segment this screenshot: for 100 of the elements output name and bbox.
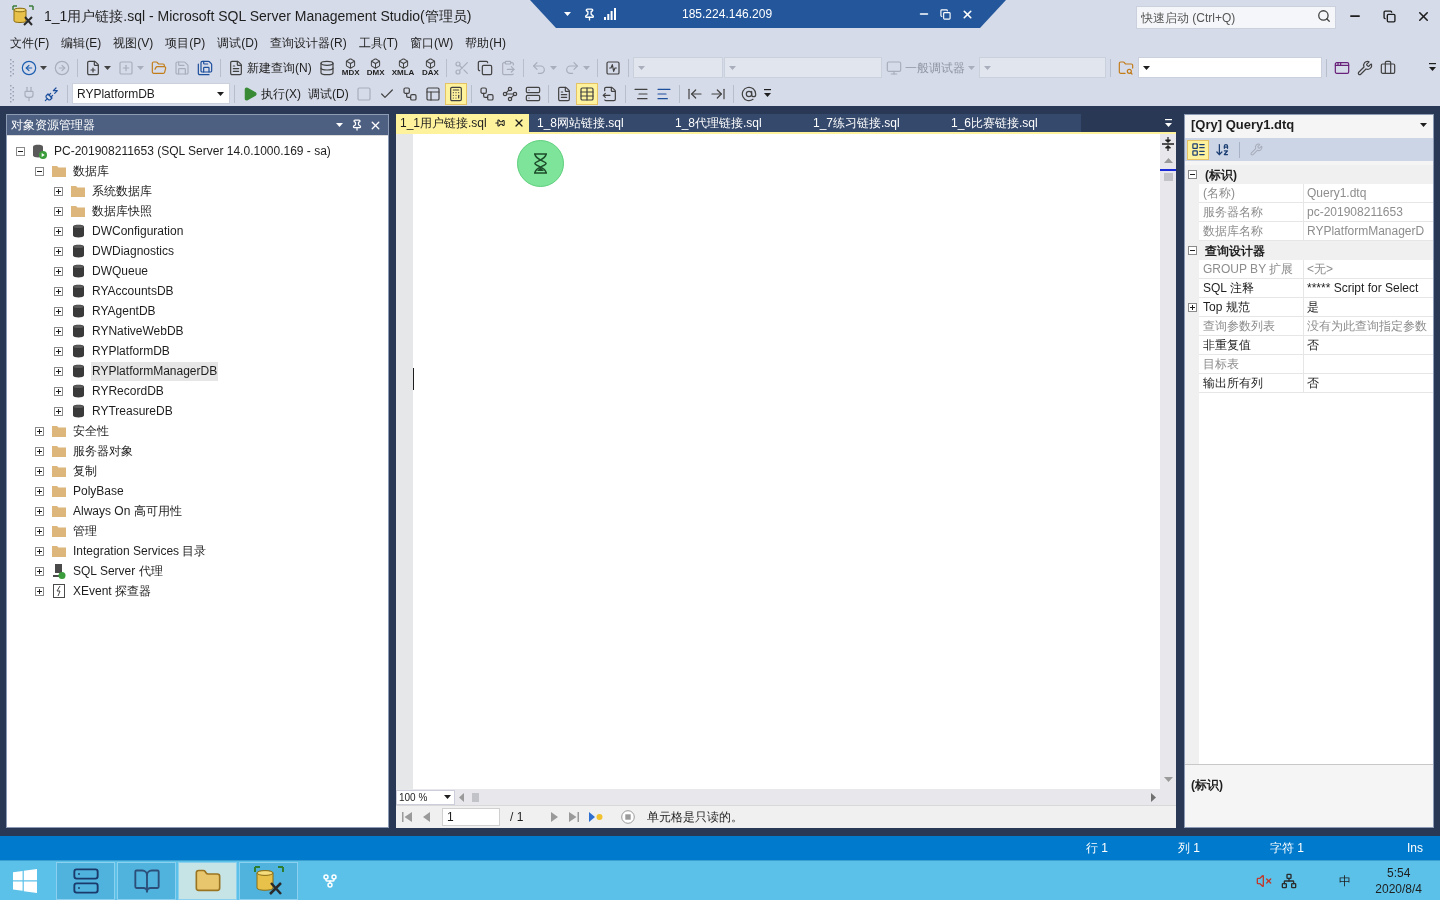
expand-icon[interactable] [35,506,44,516]
play-star-icon[interactable] [589,812,604,822]
expand-icon[interactable] [54,186,63,196]
execute-button[interactable]: 执行(X) [239,82,304,105]
expand-icon[interactable] [35,426,44,436]
database-dropdown[interactable]: RYPlatformDB [72,83,230,104]
tree-item[interactable]: 复制 [72,461,98,481]
tree-item[interactable]: PC-201908211653 (SQL Server 14.0.1000.169 - sa) [53,141,332,161]
property-value[interactable]: 没有为此查询指定参数 [1304,317,1433,336]
menu-item[interactable]: 视图(V) [107,33,160,53]
property-name[interactable]: 服务器名称 [1199,203,1304,222]
expand-icon[interactable] [54,226,63,236]
results-to-grid-button[interactable] [575,82,598,105]
collapse-icon[interactable] [1187,246,1197,255]
expand-icon[interactable] [35,466,44,476]
input-method-indicator[interactable]: 中 [1339,871,1352,890]
document-tab[interactable]: 1_7练习链接.sql [805,114,943,132]
search-icon[interactable] [1317,8,1331,23]
expand-icon[interactable] [54,406,63,416]
document-tab[interactable]: 1_8代理链接.sql [667,114,805,132]
property-value[interactable]: ***** Script for Select [1304,279,1433,298]
vertical-scrollbar[interactable] [1160,134,1176,789]
triangle-right-icon[interactable] [1151,792,1156,802]
tree-item[interactable]: DWQueue [91,261,150,281]
property-name[interactable]: 非重复值 [1199,336,1304,355]
category-row[interactable]: (标识) [1185,165,1433,184]
network-icon[interactable] [1281,872,1298,889]
expand-icon[interactable] [35,546,44,556]
tree-item[interactable]: Integration Services 目录 [72,541,208,561]
grip-icon[interactable] [10,58,14,77]
tree-item[interactable]: 服务器对象 [72,441,134,461]
expand-icon[interactable] [54,366,63,376]
property-value[interactable]: 否 [1304,336,1433,355]
cube-query-button[interactable]: MDX [338,56,363,79]
expand-icon[interactable] [54,266,63,276]
expand-icon[interactable] [35,566,44,576]
pin-icon[interactable] [583,7,596,21]
caret-icon[interactable] [336,123,343,127]
quick-launch-field[interactable]: 快速启动 (Ctrl+Q) [1136,6,1336,29]
collapse-icon[interactable] [1187,170,1197,179]
expand-icon[interactable] [35,446,44,456]
tree-item[interactable]: 数据库快照 [91,201,153,221]
property-value[interactable]: 否 [1304,374,1433,393]
menu-item[interactable]: 查询设计器(R) [264,33,353,53]
record-number-field[interactable]: 1 [442,808,500,826]
pin-icon[interactable] [351,119,363,131]
menu-item[interactable]: 文件(F) [4,33,56,53]
property-value[interactable]: <无> [1304,260,1433,279]
tree-item[interactable]: 系统数据库 [91,181,153,201]
property-name[interactable]: (名称) [1199,184,1304,203]
document-tab[interactable]: 1_1用户链接.sql [396,114,529,132]
menu-item[interactable]: 帮助(H) [459,33,512,53]
tree-item[interactable]: RYPlatformManagerDB [91,361,219,381]
clock[interactable]: 5:54 2020/8/4 [1375,864,1422,897]
close-icon[interactable] [513,117,525,129]
property-name[interactable]: 输出所有列 [1199,374,1304,393]
expand-icon[interactable] [54,346,63,356]
tree-item[interactable]: Always On 高可用性 [72,501,183,521]
document-tab[interactable]: 1_8网站链接.sql [529,114,667,132]
tree-item[interactable]: 数据库 [72,161,110,181]
object-selector[interactable]: [Qry] Query1.dtq [1185,115,1433,135]
property-name[interactable]: 查询参数列表 [1199,317,1304,336]
expand-icon[interactable] [35,586,44,596]
debug-button[interactable]: 调试(D) [305,82,352,105]
cube-query-button[interactable]: DAX [418,56,443,79]
caret-icon[interactable] [564,12,571,16]
new-query-button[interactable]: 新建查询(N) [225,56,315,79]
menu-item[interactable]: 工具(T) [352,33,404,53]
expand-icon[interactable] [35,526,44,536]
tree-item[interactable]: RYAgentDB [91,301,157,321]
cube-query-button[interactable]: XMLA [388,56,418,79]
speaker-muted-icon[interactable] [1256,872,1273,889]
overflow-caret-icon[interactable] [1429,63,1436,72]
menu-item[interactable]: 编辑(E) [55,33,108,53]
zoom-dropdown[interactable]: 100 % [396,789,455,805]
tree-item[interactable]: XEvent 探查器 [72,581,153,601]
property-name[interactable]: GROUP BY 扩展 [1199,260,1304,279]
tree-item[interactable]: 管理 [72,521,98,541]
tree-item[interactable]: DWConfiguration [91,221,185,241]
grip-icon[interactable] [10,84,14,103]
overflow-caret-icon[interactable] [763,89,771,98]
collapse-icon[interactable] [35,166,44,176]
menu-item[interactable]: 调试(D) [211,33,264,53]
expand-icon[interactable] [54,306,63,316]
stop-circle-icon[interactable] [621,810,636,824]
categorized-button[interactable] [1187,139,1209,160]
property-name[interactable]: 目标表 [1199,355,1304,374]
split-icon[interactable] [1162,137,1174,151]
menu-item[interactable]: 项目(P) [159,33,212,53]
taskbar-button[interactable] [117,861,176,900]
expand-icon[interactable] [1187,303,1197,312]
tree-item[interactable]: RYTreasureDB [91,401,174,421]
property-name[interactable]: SQL 注释 [1199,279,1304,298]
property-name[interactable]: Top 规范 [1199,298,1304,317]
restore-icon[interactable] [940,8,951,20]
intellisense-button[interactable] [444,82,467,105]
expand-icon[interactable] [54,386,63,396]
document-tab[interactable]: 1_6比赛链接.sql [943,114,1081,132]
tree-item[interactable]: RYAccountsDB [91,281,175,301]
overflow-caret-icon[interactable] [1164,118,1172,128]
